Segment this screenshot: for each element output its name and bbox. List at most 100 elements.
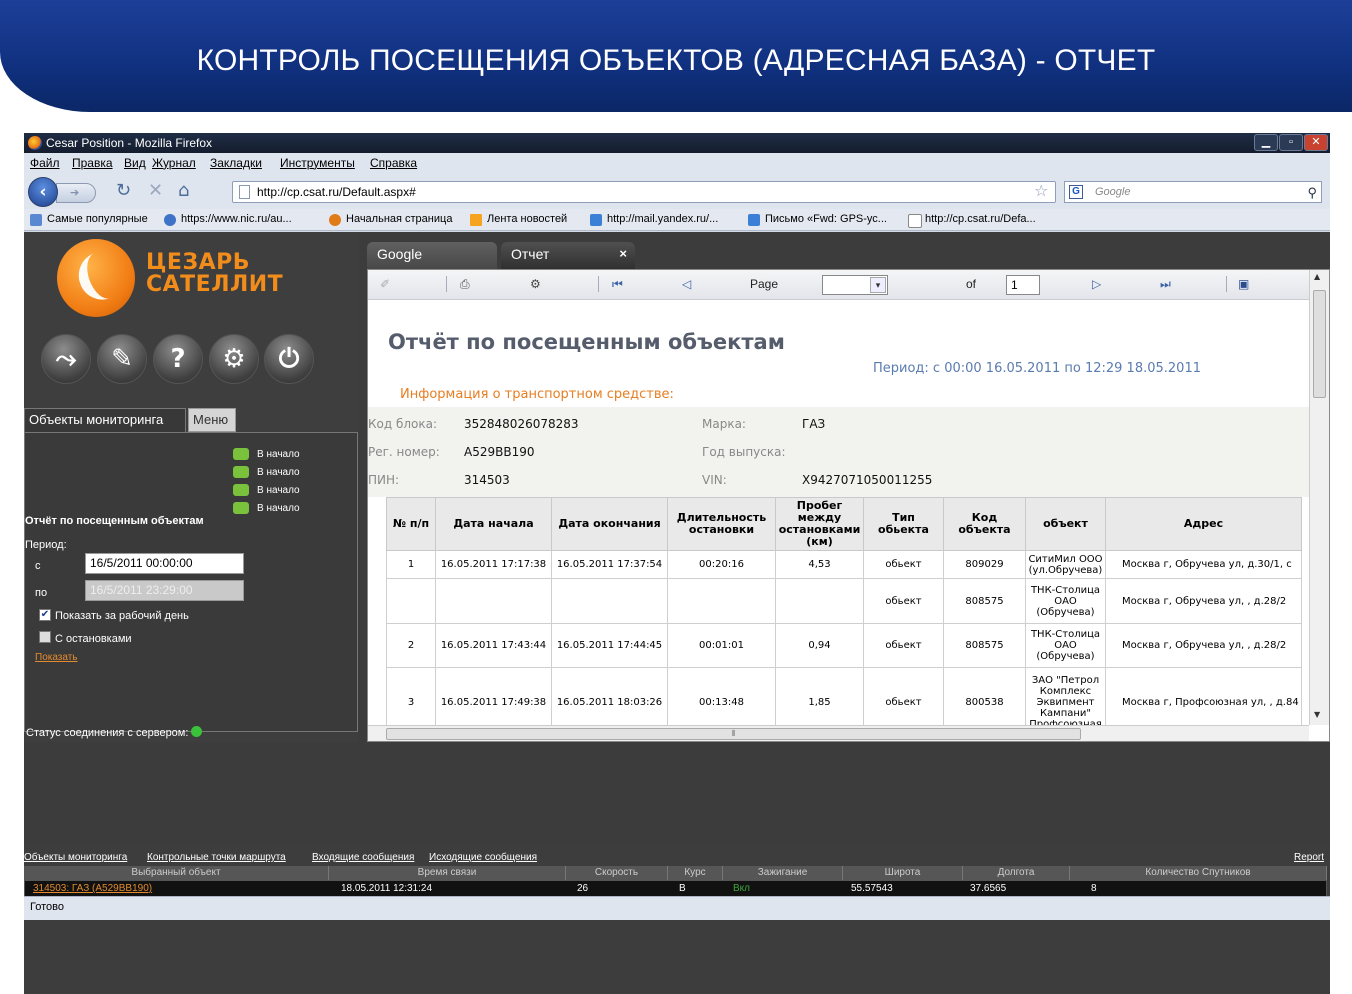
report-link[interactable]: Report — [1294, 852, 1324, 863]
workday-checkbox[interactable]: ✔ — [39, 609, 51, 621]
bookmark-item[interactable]: Письмо «Fwd: GPS-ус... — [748, 213, 887, 226]
power-icon[interactable]: ⏻ — [264, 334, 314, 384]
longitude: 37.6565 — [970, 883, 1007, 894]
menu-file[interactable]: Файл — [30, 156, 60, 170]
col-header: Пробег между остановками (км) — [775, 497, 864, 551]
nav-to-start-link[interactable]: В начало — [233, 484, 300, 496]
nav-to-start-link[interactable]: В начало — [233, 466, 300, 478]
table-cell: Москва г, Обручева ул, , д.28/2 — [1105, 623, 1302, 668]
stop-icon[interactable]: ✕ — [148, 181, 163, 201]
tab-incoming-messages-link[interactable]: Входящие сообщения — [312, 852, 414, 863]
pin-value: 314503 — [464, 473, 510, 487]
bookmark-item[interactable]: Самые популярные — [30, 213, 148, 226]
route-icon[interactable]: ⤳ — [41, 334, 91, 384]
print-icon[interactable]: ⎙ — [460, 277, 470, 292]
prev-page-icon[interactable]: ◁ — [682, 277, 691, 291]
window-titlebar: Cesar Position - Mozilla Firefox ▁ ▫ ✕ — [24, 133, 1330, 153]
latitude: 55.57543 — [851, 883, 893, 894]
date-to-input[interactable]: 16/5/2011 23:29:00 — [85, 580, 244, 601]
scroll-thumb[interactable] — [1313, 290, 1326, 398]
bookmark-item[interactable]: Начальная страница — [329, 213, 452, 226]
close-window-button[interactable]: ✕ — [1304, 134, 1328, 151]
table-row: обьект 808575 ТНК-Столица ОАО (Обручева)… — [386, 578, 1302, 624]
scroll-thumb[interactable]: ⦀ — [386, 728, 1081, 740]
tab-google[interactable]: Google — [367, 242, 497, 269]
bookmarks-bar: Самые популярные https://www.nic.ru/au..… — [24, 209, 1330, 231]
col-header: Адрес — [1105, 497, 1302, 551]
help-icon[interactable]: ? — [153, 334, 203, 384]
tab-menu[interactable]: Меню — [188, 408, 236, 432]
sidebar: ЦЕЗАРЬ САТЕЛЛИТ ⤳ ✎ ? ⚙ ⏻ Объекты монито… — [24, 232, 358, 742]
toolbar-separator — [1226, 276, 1227, 292]
toolbar-separator — [446, 276, 447, 292]
last-page-icon[interactable]: ⏭ — [1160, 277, 1171, 292]
table-cell: 809029 — [943, 550, 1026, 579]
nav-to-start-link[interactable]: В начало — [233, 448, 300, 460]
url-bar[interactable]: http://cp.csat.ru/Default.aspx# — [232, 181, 1056, 203]
tab-outgoing-messages-link[interactable]: Исходящие сообщения — [429, 852, 537, 863]
bookmark-star-icon[interactable]: ☆ — [1034, 181, 1048, 201]
menu-view[interactable]: Вид — [124, 156, 146, 170]
table-cell: ТНК-Столица ОАО (Обручева) — [1025, 623, 1106, 668]
selected-object-link[interactable]: 314503: ГАЗ (А529ВВ190) — [33, 881, 152, 897]
table-cell — [775, 578, 864, 624]
menu-bookmarks[interactable]: Закладки — [210, 156, 262, 170]
show-report-link[interactable]: Показать — [35, 652, 78, 663]
green-arrow-icon — [233, 502, 249, 514]
page-select[interactable]: ▾ — [822, 275, 888, 295]
tab-monitoring-objects[interactable]: Объекты мониторинга — [24, 408, 186, 432]
stops-checkbox[interactable] — [39, 631, 51, 643]
menu-help[interactable]: Справка — [370, 156, 417, 170]
table-cell — [386, 578, 436, 624]
first-page-icon[interactable]: ⏮ — [612, 277, 623, 292]
google-engine-icon[interactable]: G — [1069, 185, 1083, 199]
minimize-button[interactable]: ▁ — [1254, 134, 1278, 151]
browser-window: Cesar Position - Mozilla Firefox ▁ ▫ ✕ Ф… — [24, 133, 1330, 994]
tab-report[interactable]: Отчет × — [501, 242, 635, 269]
bookmark-item[interactable]: https://www.nic.ru/au... — [164, 213, 292, 226]
bookmark-item[interactable]: http://mail.yandex.ru/... — [590, 213, 718, 226]
search-icon[interactable]: ⚲ — [1307, 183, 1317, 203]
table-cell: 00:01:01 — [667, 623, 776, 668]
col-header: Долгота — [963, 866, 1070, 880]
reload-icon[interactable]: ↻ — [116, 181, 131, 201]
ignition-status: Вкл — [733, 883, 750, 894]
vertical-scrollbar[interactable]: ▲ ▼ — [1309, 270, 1329, 725]
col-header: объект — [1025, 497, 1106, 551]
edit-icon[interactable]: ✐ — [380, 277, 390, 291]
menu-history[interactable]: Журнал — [152, 156, 196, 170]
close-tab-icon[interactable]: × — [619, 242, 627, 266]
visits-table: № п/п Дата начала Дата окончания Длитель… — [386, 497, 1302, 738]
forward-button[interactable]: ➔ — [56, 183, 96, 203]
tab-monitoring-objects-link[interactable]: Объекты мониторинга — [24, 852, 127, 863]
save-icon[interactable]: ▣ — [1238, 277, 1249, 291]
home-icon[interactable]: ⌂ — [178, 181, 189, 201]
export-icon[interactable]: ⚙ — [530, 277, 541, 291]
menu-edit[interactable]: Правка — [72, 156, 113, 170]
bookmark-item[interactable]: http://cp.csat.ru/Defa... — [908, 213, 1036, 228]
tab-route-checkpoints-link[interactable]: Контрольные точки маршрута — [147, 852, 286, 863]
firefox-icon — [28, 136, 42, 150]
report-period: Период: с 00:00 16.05.2011 по 12:29 18.0… — [873, 361, 1201, 376]
scroll-down-icon[interactable]: ▼ — [1314, 710, 1320, 719]
search-input[interactable]: G Google ⚲ — [1064, 181, 1322, 203]
col-header: Скорость — [566, 866, 668, 880]
page-number-input[interactable]: 1 — [1006, 275, 1040, 295]
window-title: Cesar Position - Mozilla Firefox — [46, 136, 213, 150]
report-title: Отчёт по посещенным объектам — [388, 330, 785, 354]
table-cell: 16.05.2011 17:44:45 — [551, 623, 668, 668]
bookmark-item[interactable]: Лента новостей — [470, 213, 567, 226]
gear-icon[interactable]: ⚙ — [209, 334, 259, 384]
nav-to-start-link[interactable]: В начало — [233, 502, 300, 514]
next-page-icon[interactable]: ▷ — [1092, 277, 1101, 291]
reg-number-label: Рег. номер: — [368, 445, 440, 459]
scroll-up-icon[interactable]: ▲ — [1314, 272, 1320, 281]
menu-tools[interactable]: Инструменты — [280, 156, 355, 170]
green-arrow-icon — [233, 466, 249, 478]
maximize-button[interactable]: ▫ — [1279, 134, 1303, 151]
stops-checkbox-label: С остановками — [55, 633, 132, 645]
date-from-input[interactable]: 16/5/2011 00:00:00 — [85, 553, 244, 574]
horizontal-scrollbar[interactable]: ⦀ — [368, 725, 1309, 741]
brush-icon[interactable]: ✎ — [97, 334, 147, 384]
back-button[interactable]: ‹ — [28, 177, 58, 207]
